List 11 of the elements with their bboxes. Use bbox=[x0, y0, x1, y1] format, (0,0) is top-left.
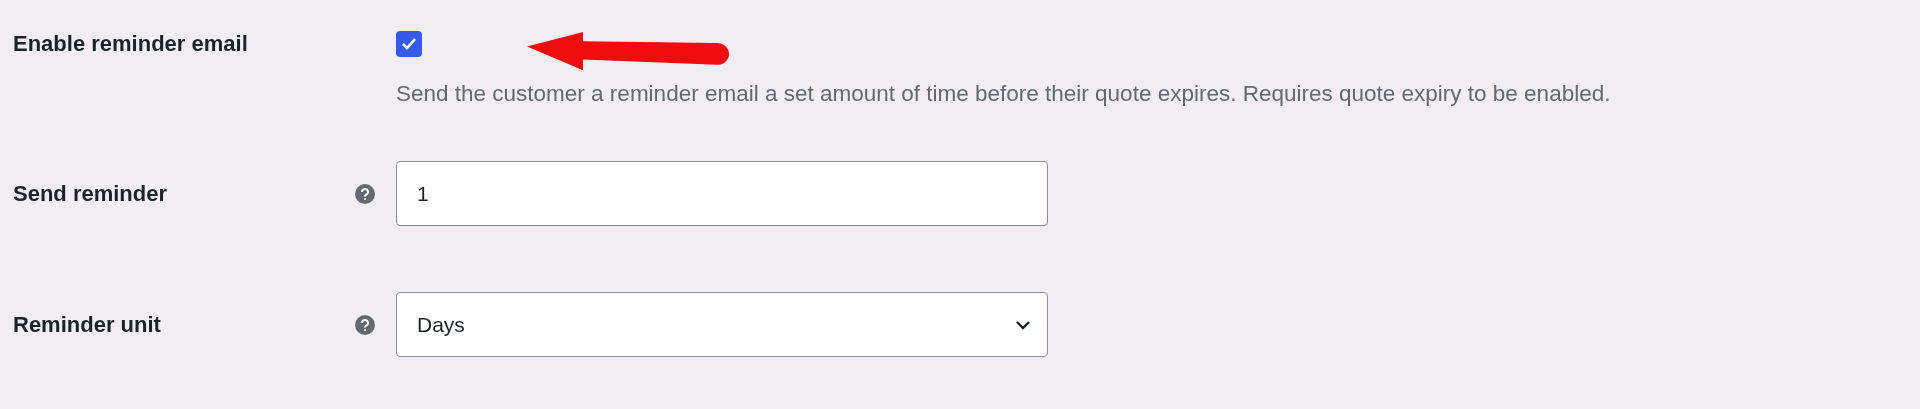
help-icon bbox=[355, 314, 375, 335]
help-icon bbox=[355, 183, 375, 204]
setting-label: Send reminder bbox=[12, 180, 169, 208]
checkmark-icon bbox=[401, 37, 417, 51]
setting-label: Reminder unit bbox=[12, 311, 162, 339]
setting-label: Enable reminder email bbox=[12, 30, 249, 58]
checkbox[interactable] bbox=[396, 31, 422, 57]
select-dropdown[interactable]: Days bbox=[396, 292, 1048, 357]
number-field[interactable]: 1 bbox=[396, 161, 1048, 226]
description-text: Send the customer a reminder email a set amount of time before their quote expires. Requires quote expiry to be enabled. bbox=[396, 81, 1612, 107]
chevron-down-icon bbox=[1015, 319, 1031, 330]
